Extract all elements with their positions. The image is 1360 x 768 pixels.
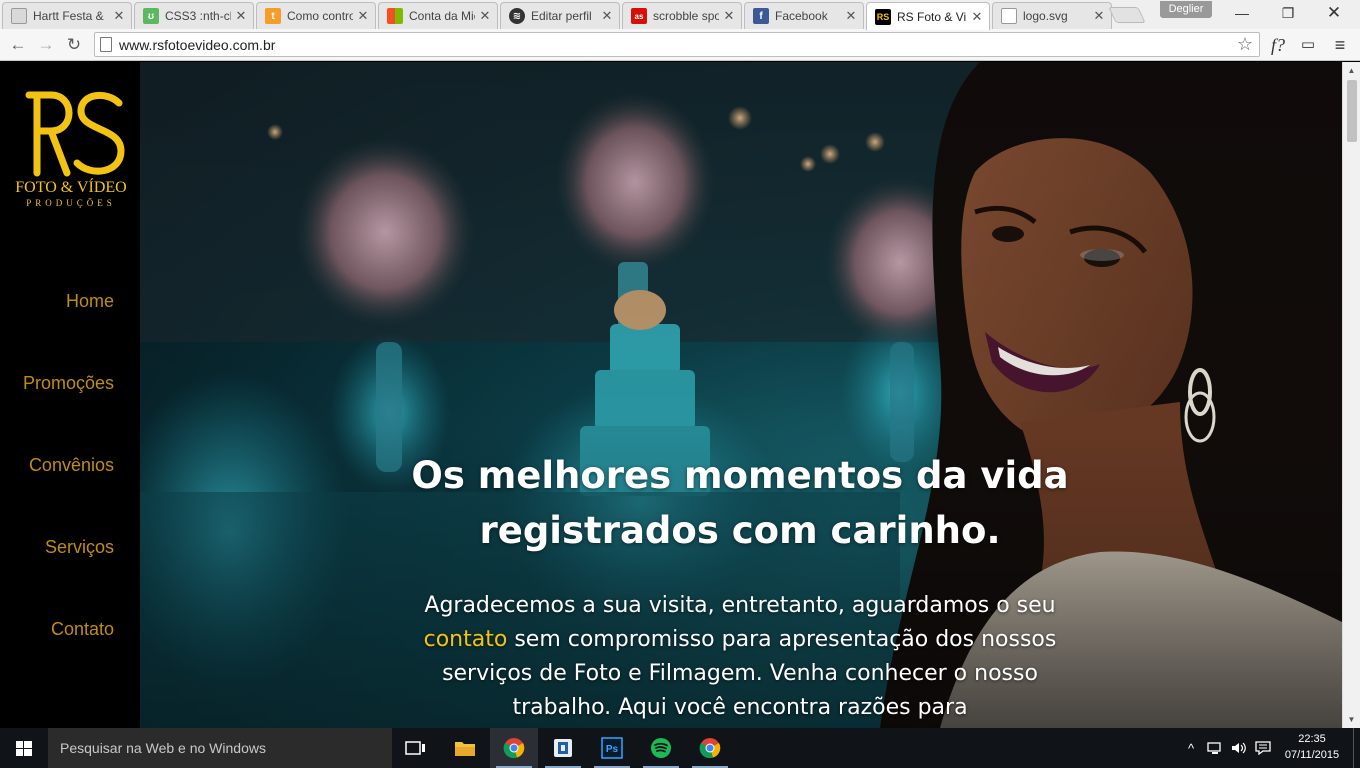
- close-tab-icon[interactable]: ✕: [971, 9, 983, 25]
- browser-tab[interactable]: logo.svg ✕: [992, 2, 1112, 29]
- app-icon[interactable]: [539, 728, 587, 768]
- search-placeholder: Pesquisar na Web e no Windows: [60, 740, 266, 756]
- tab-title: scrobble spo: [653, 9, 719, 23]
- close-tab-icon[interactable]: ✕: [723, 8, 735, 24]
- clock-time: 22:35: [1298, 733, 1326, 745]
- new-tab-button[interactable]: [1108, 7, 1146, 23]
- show-desktop-button[interactable]: [1353, 728, 1360, 768]
- windows-taskbar: Pesquisar na Web e no Windows Ps ^ 22:35…: [0, 728, 1360, 768]
- tab-title: CSS3 :nth-ch: [165, 9, 231, 23]
- hero-title: Os melhores momentos da vida registrados…: [390, 448, 1090, 558]
- address-bar[interactable]: www.rsfotoevideo.com.br ☆: [94, 32, 1260, 57]
- spotify-icon[interactable]: [637, 728, 685, 768]
- browser-toolbar: ← → ↻ www.rsfotoevideo.com.br ☆ f? ▭ ≡: [0, 29, 1360, 61]
- caniuse-icon: ʊ: [143, 8, 159, 24]
- hero-section: Os melhores momentos da vida registrados…: [140, 62, 1342, 728]
- cast-icon[interactable]: ▭: [1296, 33, 1320, 57]
- nav-item-convenios[interactable]: Convênios: [29, 455, 114, 476]
- tab-title: Conta da Mic: [409, 9, 475, 23]
- windows-logo-icon: [16, 741, 32, 756]
- hero-paragraph: Agradecemos a sua visita, entretanto, ag…: [420, 589, 1060, 725]
- logo-title: FOTO & VÍDEO: [15, 179, 127, 196]
- svg-text:Ps: Ps: [606, 744, 619, 755]
- system-clock[interactable]: 22:35 07/11/2015: [1284, 731, 1340, 763]
- browser-tab[interactable]: f Facebook ✕: [744, 2, 864, 29]
- scroll-up-icon[interactable]: ▲: [1343, 62, 1360, 79]
- network-icon[interactable]: [1204, 728, 1226, 768]
- maximize-icon[interactable]: ❐: [1268, 2, 1308, 24]
- logo-subtitle: PRODUÇÕES: [26, 198, 116, 208]
- photoshop-icon[interactable]: Ps: [588, 728, 636, 768]
- notifications-icon[interactable]: [1252, 728, 1274, 768]
- profile-button[interactable]: Deglier: [1160, 1, 1212, 18]
- menu-icon[interactable]: ≡: [1328, 33, 1352, 57]
- site-logo[interactable]: FOTO & VÍDEO PRODUÇÕES: [15, 87, 127, 212]
- chrome-icon[interactable]: [490, 728, 538, 768]
- tab-title: Facebook: [775, 9, 828, 23]
- rs-monogram-icon: [25, 91, 125, 177]
- page-icon: [11, 8, 27, 24]
- reload-icon[interactable]: ↻: [62, 33, 86, 57]
- font-finder-icon[interactable]: f?: [1266, 33, 1290, 57]
- back-icon[interactable]: ←: [6, 33, 30, 57]
- hero-title-line: Os melhores momentos da vida: [411, 454, 1069, 497]
- browser-tab[interactable]: Hartt Festa & ✕: [2, 2, 132, 29]
- contato-link[interactable]: contato: [424, 627, 508, 652]
- browser-tab-active[interactable]: RS RS Foto & Vi ✕: [866, 2, 990, 30]
- tab-title: RS Foto & Vi: [897, 9, 967, 24]
- lastfm-icon: as: [631, 8, 647, 24]
- minimize-icon[interactable]: —: [1222, 2, 1262, 24]
- facebook-icon: f: [753, 8, 769, 24]
- close-window-icon[interactable]: ✕: [1314, 2, 1354, 24]
- tab-title: logo.svg: [1023, 9, 1068, 23]
- show-hidden-icons-icon[interactable]: ^: [1182, 728, 1200, 768]
- browser-tab[interactable]: ʊ CSS3 :nth-ch ✕: [134, 2, 254, 29]
- scrollbar-thumb[interactable]: [1347, 80, 1357, 142]
- close-tab-icon[interactable]: ✕: [845, 8, 857, 24]
- page-icon: [100, 37, 112, 52]
- nav-item-servicos[interactable]: Serviços: [45, 537, 114, 558]
- clock-date: 07/11/2015: [1284, 749, 1340, 761]
- page-scrollbar[interactable]: ▲ ▼: [1342, 62, 1360, 728]
- tab-title: Como contro: [287, 9, 353, 23]
- spotify-icon: ≋: [509, 8, 525, 24]
- nav-item-home[interactable]: Home: [66, 291, 114, 312]
- web-page: FOTO & VÍDEO PRODUÇÕES Home Promoções Co…: [0, 62, 1342, 728]
- task-view-icon[interactable]: [392, 728, 440, 768]
- hero-title-line: registrados com carinho.: [479, 509, 1001, 552]
- rs-logo-icon: RS: [875, 8, 891, 25]
- volume-icon[interactable]: [1228, 728, 1250, 768]
- close-tab-icon[interactable]: ✕: [113, 8, 125, 24]
- microsoft-icon: [387, 8, 403, 24]
- close-tab-icon[interactable]: ✕: [235, 8, 247, 24]
- close-tab-icon[interactable]: ✕: [1093, 8, 1105, 24]
- taringa-icon: t: [265, 8, 281, 24]
- close-tab-icon[interactable]: ✕: [357, 8, 369, 24]
- forward-icon[interactable]: →: [34, 33, 58, 57]
- browser-tab-strip: Hartt Festa & ✕ ʊ CSS3 :nth-ch ✕ t Como …: [0, 0, 1360, 30]
- nav-item-contato[interactable]: Contato: [51, 619, 114, 640]
- close-tab-icon[interactable]: ✕: [479, 8, 491, 24]
- close-tab-icon[interactable]: ✕: [601, 8, 613, 24]
- sidebar: FOTO & VÍDEO PRODUÇÕES Home Promoções Co…: [0, 62, 140, 728]
- tab-title: Editar perfil: [531, 9, 592, 23]
- start-button[interactable]: [0, 728, 48, 768]
- hero-text-before: Agradecemos a sua visita, entretanto, ag…: [424, 593, 1056, 618]
- browser-tab[interactable]: ≋ Editar perfil ✕: [500, 2, 620, 29]
- browser-tab[interactable]: Conta da Mic ✕: [378, 2, 498, 29]
- page-icon: [1001, 8, 1017, 24]
- chrome-icon[interactable]: [686, 728, 734, 768]
- file-explorer-icon[interactable]: [441, 728, 489, 768]
- bookmark-star-icon[interactable]: ☆: [1237, 34, 1253, 55]
- nav-item-promocoes[interactable]: Promoções: [23, 373, 114, 394]
- browser-tab[interactable]: t Como contro ✕: [256, 2, 376, 29]
- browser-tab[interactable]: as scrobble spo ✕: [622, 2, 742, 29]
- hero-text-after: sem compromisso para apresentação dos no…: [442, 627, 1057, 720]
- tab-title: Hartt Festa &: [33, 9, 104, 23]
- scroll-down-icon[interactable]: ▼: [1343, 711, 1360, 728]
- url-text[interactable]: www.rsfotoevideo.com.br: [119, 37, 275, 53]
- taskbar-search[interactable]: Pesquisar na Web e no Windows: [48, 728, 392, 768]
